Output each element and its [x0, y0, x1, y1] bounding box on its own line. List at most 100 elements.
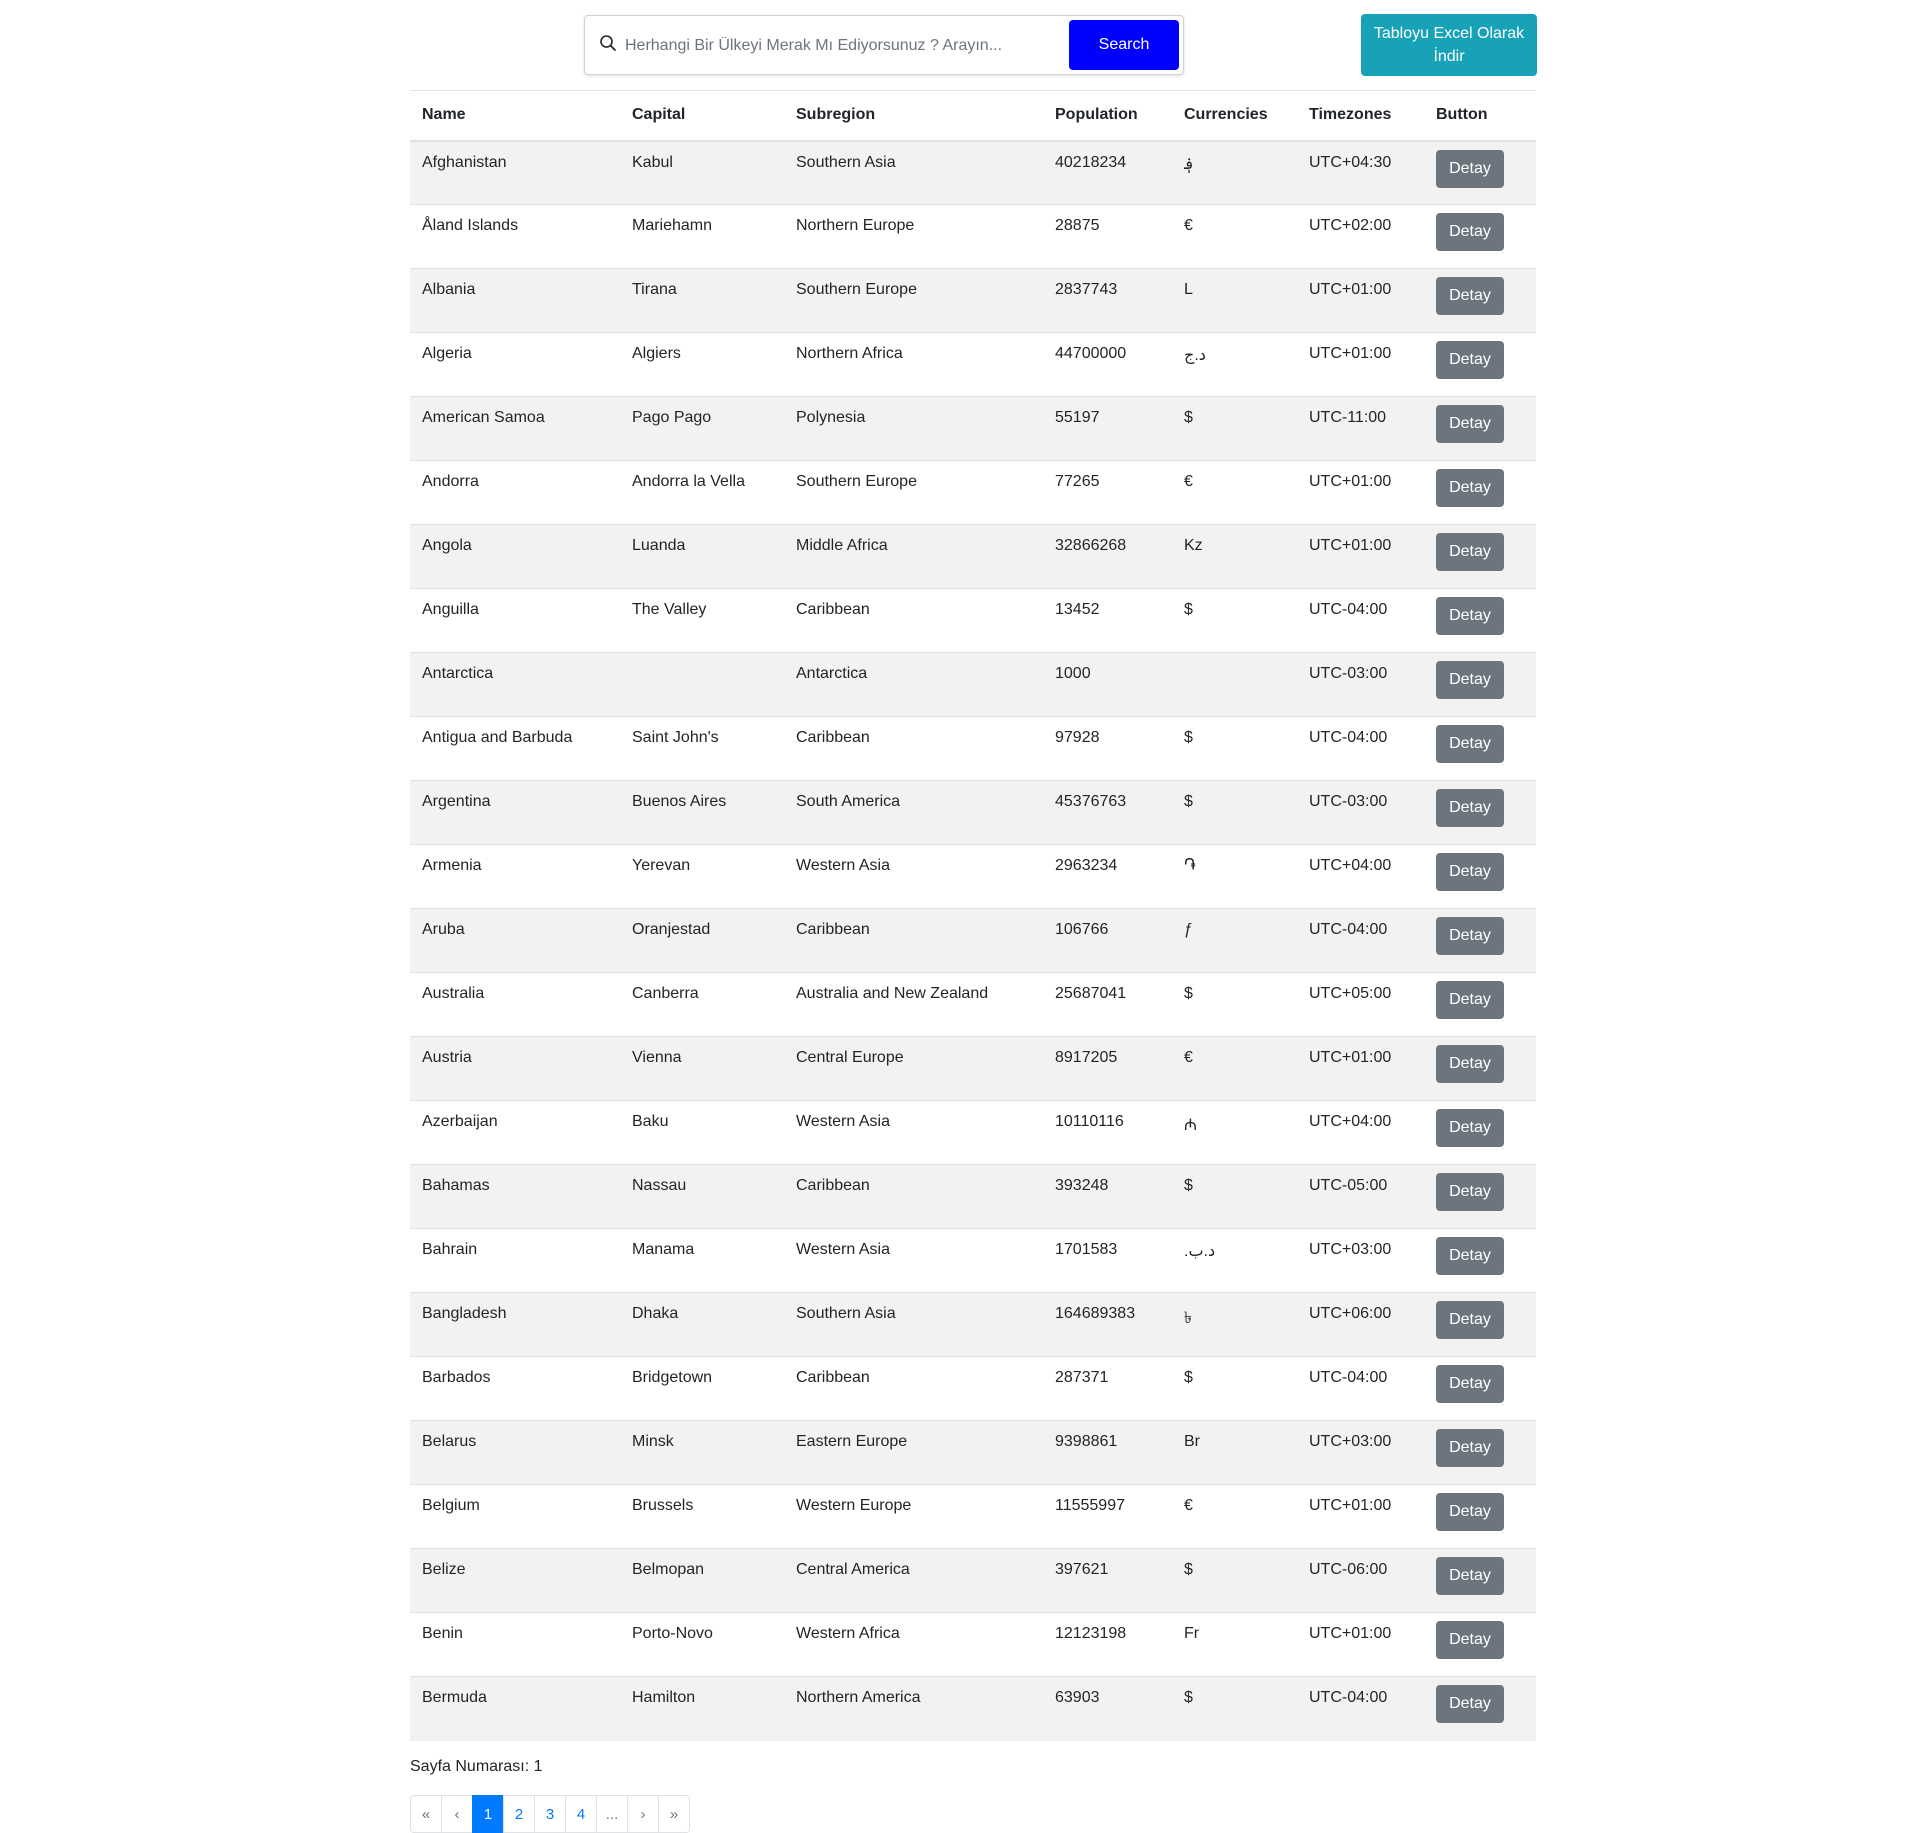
subregion-cell: Southern Europe — [784, 268, 1043, 333]
button-cell: Detay — [1424, 1100, 1536, 1165]
button-cell: Detay — [1424, 652, 1536, 717]
detail-button[interactable]: Detay — [1436, 1237, 1504, 1275]
population-cell: 25687041 — [1043, 972, 1172, 1037]
subregion-cell: Southern Asia — [784, 140, 1043, 205]
table-row: Angola Luanda Middle Africa 32866268 Kz UTC+0… — [410, 524, 1536, 589]
detail-button[interactable]: Detay — [1436, 405, 1504, 443]
population-cell: 28875 — [1043, 204, 1172, 269]
button-cell: Detay — [1424, 332, 1536, 397]
currency-cell: $ — [1172, 588, 1297, 653]
detail-button[interactable]: Detay — [1436, 1429, 1504, 1467]
timezone-cell: UTC-03:00 — [1297, 652, 1424, 717]
subregion-cell: Caribbean — [784, 1356, 1043, 1421]
capital-cell: Hamilton — [620, 1676, 784, 1741]
table-row: Australia Canberra Australia and New Zeala… — [410, 972, 1536, 1037]
previous-page-button[interactable]: ‹ — [441, 1795, 473, 1833]
detail-button[interactable]: Detay — [1436, 853, 1504, 891]
currency-cell: € — [1172, 460, 1297, 525]
page-4-button[interactable]: 4 — [565, 1795, 597, 1833]
download-excel-button[interactable]: Tabloyu Excel Olarak İndir — [1361, 14, 1537, 76]
name-cell: Anguilla — [410, 588, 620, 653]
currency-cell: $ — [1172, 716, 1297, 781]
detail-button[interactable]: Detay — [1436, 469, 1504, 507]
name-cell: Albania — [410, 268, 620, 333]
table-row: Åland Islands Mariehamn Northern Europe 288… — [410, 204, 1536, 269]
currency-cell: ֏ — [1172, 844, 1297, 909]
population-cell: 44700000 — [1043, 332, 1172, 397]
timezone-cell: UTC+02:00 — [1297, 204, 1424, 269]
detail-button[interactable]: Detay — [1436, 1173, 1504, 1211]
button-cell: Detay — [1424, 972, 1536, 1037]
pagination-ellipsis[interactable]: ... — [596, 1795, 628, 1833]
search-input[interactable] — [623, 24, 1067, 68]
detail-button[interactable]: Detay — [1436, 1109, 1504, 1147]
button-cell: Detay — [1424, 1548, 1536, 1613]
search-box: Search — [584, 15, 1184, 75]
capital-cell: Pago Pago — [620, 396, 784, 461]
next-page-button[interactable]: › — [627, 1795, 659, 1833]
detail-button[interactable]: Detay — [1436, 277, 1504, 315]
detail-button[interactable]: Detay — [1436, 213, 1504, 251]
subregion-cell: Antarctica — [784, 652, 1043, 717]
population-cell: 10110116 — [1043, 1100, 1172, 1165]
detail-button[interactable]: Detay — [1436, 661, 1504, 699]
detail-button[interactable]: Detay — [1436, 1557, 1504, 1595]
detail-button[interactable]: Detay — [1436, 1045, 1504, 1083]
population-cell: 164689383 — [1043, 1292, 1172, 1357]
button-cell: Detay — [1424, 396, 1536, 461]
table-row: Algeria Algiers Northern Africa 44700000 د.ج… — [410, 332, 1536, 397]
button-cell: Detay — [1424, 1292, 1536, 1357]
name-cell: Åland Islands — [410, 204, 620, 269]
last-page-button[interactable]: » — [658, 1795, 690, 1833]
currency-cell: € — [1172, 1484, 1297, 1549]
table-row: Andorra Andorra la Vella Southern Europe 77… — [410, 460, 1536, 525]
name-cell: Andorra — [410, 460, 620, 525]
name-cell: Bahamas — [410, 1164, 620, 1229]
capital-cell: Porto-Novo — [620, 1612, 784, 1677]
button-cell: Detay — [1424, 1036, 1536, 1101]
population-cell: 77265 — [1043, 460, 1172, 525]
timezone-cell: UTC+01:00 — [1297, 1612, 1424, 1677]
detail-button[interactable]: Detay — [1436, 341, 1504, 379]
capital-cell: Algiers — [620, 332, 784, 397]
detail-button[interactable]: Detay — [1436, 1365, 1504, 1403]
timezone-cell: UTC-04:00 — [1297, 908, 1424, 973]
timezone-cell: UTC+04:00 — [1297, 844, 1424, 909]
page-1-button[interactable]: 1 — [472, 1795, 504, 1833]
detail-button[interactable]: Detay — [1436, 597, 1504, 635]
detail-button[interactable]: Detay — [1436, 533, 1504, 571]
timezone-cell: UTC+04:00 — [1297, 1100, 1424, 1165]
table-row: Azerbaijan Baku Western Asia 10110116 ₼ UTC+0… — [410, 1100, 1536, 1165]
timezone-cell: UTC+05:00 — [1297, 972, 1424, 1037]
detail-button[interactable]: Detay — [1436, 149, 1504, 188]
button-cell: Detay — [1424, 1484, 1536, 1549]
detail-button[interactable]: Detay — [1436, 1685, 1504, 1723]
detail-button[interactable]: Detay — [1436, 725, 1504, 763]
subregion-cell: Caribbean — [784, 1164, 1043, 1229]
detail-button[interactable]: Detay — [1436, 917, 1504, 955]
timezone-cell: UTC-04:00 — [1297, 1356, 1424, 1421]
button-cell: Detay — [1424, 1676, 1536, 1741]
detail-button[interactable]: Detay — [1436, 789, 1504, 827]
name-cell: Armenia — [410, 844, 620, 909]
currency-cell: ؋ — [1172, 140, 1297, 205]
page-3-button[interactable]: 3 — [534, 1795, 566, 1833]
search-button[interactable]: Search — [1069, 20, 1179, 70]
capital-cell: The Valley — [620, 588, 784, 653]
page-2-button[interactable]: 2 — [503, 1795, 535, 1833]
name-cell: Antarctica — [410, 652, 620, 717]
countries-table-wrapper: Name Capital Subregion Population Currencies… — [410, 90, 1536, 1741]
subregion-cell: Northern Europe — [784, 204, 1043, 269]
detail-button[interactable]: Detay — [1436, 1493, 1504, 1531]
timezone-cell: UTC+03:00 — [1297, 1420, 1424, 1485]
detail-button[interactable]: Detay — [1436, 981, 1504, 1019]
detail-button[interactable]: Detay — [1436, 1621, 1504, 1659]
first-page-button[interactable]: « — [410, 1795, 442, 1833]
subregion-cell: Northern America — [784, 1676, 1043, 1741]
capital-cell: Luanda — [620, 524, 784, 589]
detail-button[interactable]: Detay — [1436, 1301, 1504, 1339]
button-cell: Detay — [1424, 524, 1536, 589]
name-cell: Antigua and Barbuda — [410, 716, 620, 781]
timezone-cell: UTC+03:00 — [1297, 1228, 1424, 1293]
button-cell: Detay — [1424, 716, 1536, 781]
